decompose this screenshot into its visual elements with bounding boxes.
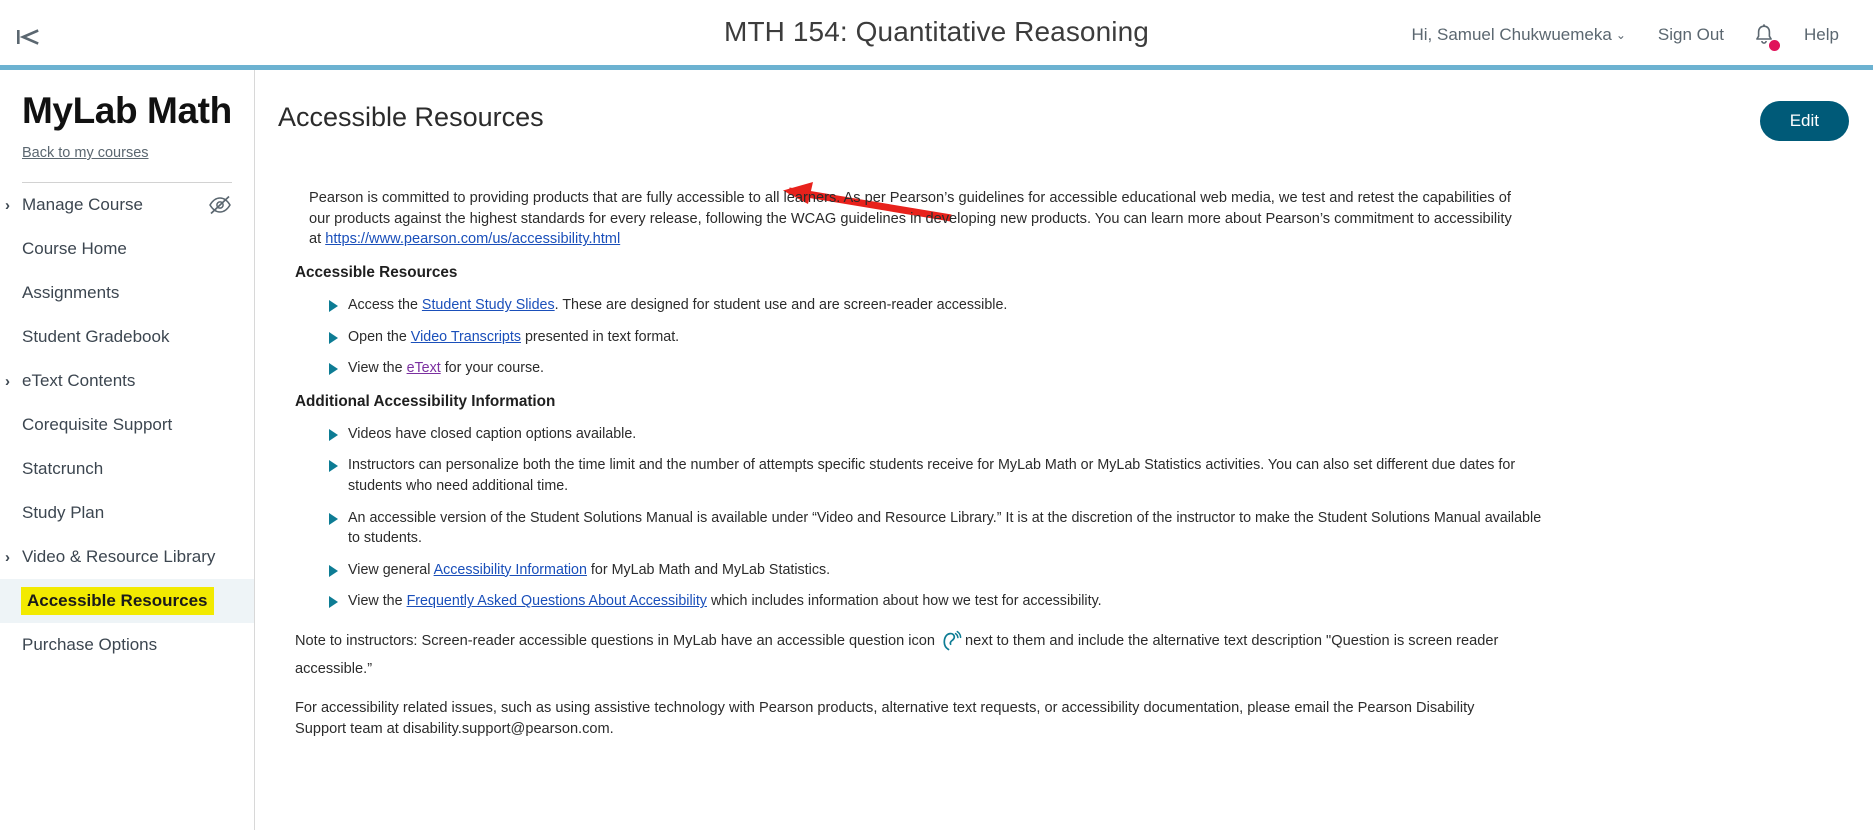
list-item-text-tail: which includes information about how we … <box>706 593 1102 610</box>
list-item: View the Frequently Asked Questions Abou… <box>329 591 1547 612</box>
sidebar-item-label: Study Plan <box>22 503 105 522</box>
user-greeting-label: Hi, Samuel Chukwuemeka <box>1411 25 1612 44</box>
user-menu[interactable]: Hi, Samuel Chukwuemeka ⌄ <box>1396 25 1642 45</box>
sidebar-item-accessible-resources[interactable]: Accessible Resources <box>0 579 254 623</box>
section-heading-additional-info: Additional Accessibility Information <box>295 392 556 410</box>
help-link[interactable]: Help <box>1788 25 1855 45</box>
list-item: Videos have closed caption options avail… <box>329 424 1547 445</box>
list-item-text: Videos have closed caption options avail… <box>348 425 637 442</box>
sidebar-item-manage-course[interactable]: › Manage Course <box>0 183 254 227</box>
note-text-part1: Note to instructors: Screen-reader acces… <box>295 632 936 649</box>
edit-button[interactable]: Edit <box>1759 101 1849 141</box>
section-heading-accessible-resources: Accessible Resources <box>295 264 458 282</box>
sidebar-item-label: Student Gradebook <box>22 327 170 346</box>
list-item: Access the Student Study Slides. These a… <box>329 295 1547 316</box>
list-item: View general Accessibility Information f… <box>329 560 1547 581</box>
product-brand-title: MyLab Math <box>22 90 232 131</box>
list-item-text: An accessible version of the Student Sol… <box>348 509 1542 547</box>
sidebar-item-label: Statcrunch <box>22 459 104 478</box>
list-item-text-tail: for your course. <box>440 360 545 377</box>
list-item-text: Access the <box>348 297 422 314</box>
sidebar-item-etext-contents[interactable]: › eText Contents <box>0 359 254 403</box>
collapse-sidebar-icon[interactable] <box>10 22 50 52</box>
sidebar-item-course-home[interactable]: Course Home <box>0 227 254 271</box>
chevron-right-icon[interactable]: › <box>5 374 10 389</box>
notification-bell-icon[interactable] <box>1740 23 1788 51</box>
chevron-down-icon: ⌄ <box>1615 28 1626 42</box>
main-content-area: Accessible Resources Edit Pearson is com… <box>255 70 1873 830</box>
list-item-text: View the <box>348 593 407 610</box>
page-body: MyLab Math Back to my courses › Manage Co… <box>0 70 1873 830</box>
pearson-accessibility-url-link[interactable]: https://www.pearson.com/us/accessibility… <box>325 231 620 247</box>
hidden-eye-icon[interactable] <box>208 195 232 220</box>
intro-paragraph: Pearson is committed to providing produc… <box>309 188 1521 250</box>
sidebar-item-label: Course Home <box>22 239 127 258</box>
list-item-text: View the <box>348 360 407 377</box>
course-title: MTH 154: Quantitative Reasoning <box>724 16 1149 47</box>
page-title: Accessible Resources <box>278 102 544 132</box>
chevron-right-icon[interactable]: › <box>5 198 10 213</box>
list-item-text-tail: for MyLab Math and MyLab Statistics. <box>586 561 831 578</box>
sidebar-item-video-resource-library[interactable]: › Video & Resource Library <box>0 535 254 579</box>
sidebar-nav: › Manage Course Course Home Assignments Stud… <box>0 183 254 667</box>
sidebar-item-student-gradebook[interactable]: Student Gradebook <box>0 315 254 359</box>
list-item: Instructors can personalize both the tim… <box>329 455 1547 496</box>
list-item-link[interactable]: Frequently Asked Questions About Accessi… <box>407 593 707 609</box>
footer-support-paragraph: For accessibility related issues, such a… <box>295 700 1475 738</box>
list-item: Open the Video Transcripts presented in … <box>329 327 1547 348</box>
accessible-resources-list: Access the Student Study Slides. These a… <box>309 295 1857 379</box>
list-item-text: View general <box>348 561 434 578</box>
sign-out-link[interactable]: Sign Out <box>1642 25 1740 45</box>
list-item-link[interactable]: eText <box>407 360 441 376</box>
top-header-bar: MTH 154: Quantitative Reasoning Hi, Samu… <box>0 0 1873 70</box>
sidebar-item-label: eText Contents <box>22 371 136 390</box>
sidebar-item-statcrunch[interactable]: Statcrunch <box>0 447 254 491</box>
additional-accessibility-list: Videos have closed caption options avail… <box>309 424 1857 612</box>
back-to-my-courses-link[interactable]: Back to my courses <box>22 145 149 161</box>
sidebar-item-label: Purchase Options <box>22 635 158 654</box>
list-item-link[interactable]: Video Transcripts <box>411 329 521 345</box>
notification-badge-dot <box>1769 39 1781 51</box>
list-item-text: Open the <box>348 328 411 345</box>
sidebar-item-label: Assignments <box>22 283 120 302</box>
header-actions: Hi, Samuel Chukwuemeka ⌄ Sign Out Help <box>1396 0 1856 70</box>
sidebar-item-label: Manage Course <box>22 195 143 214</box>
course-sidebar: MyLab Math Back to my courses › Manage Co… <box>0 70 255 830</box>
list-item-text: Instructors can personalize both the tim… <box>348 457 1516 495</box>
sidebar-item-corequisite-support[interactable]: Corequisite Support <box>0 403 254 447</box>
list-item: View the eText for your course. <box>329 358 1547 379</box>
note-to-instructors-paragraph: Note to instructors: Screen-reader acces… <box>295 630 1515 680</box>
list-item-text-tail: . These are designed for student use and… <box>554 297 1008 314</box>
sidebar-item-purchase-options[interactable]: Purchase Options <box>0 623 254 667</box>
list-item-text-tail: presented in text format. <box>521 328 680 345</box>
list-item-link[interactable]: Student Study Slides <box>422 297 555 313</box>
sidebar-item-label: Video & Resource Library <box>22 547 216 566</box>
list-item: An accessible version of the Student Sol… <box>329 508 1547 549</box>
chevron-right-icon[interactable]: › <box>5 550 10 565</box>
sidebar-item-assignments[interactable]: Assignments <box>0 271 254 315</box>
sidebar-item-study-plan[interactable]: Study Plan <box>0 491 254 535</box>
accessibility-content: Pearson is committed to providing produc… <box>255 188 1873 830</box>
sidebar-item-label: Corequisite Support <box>22 415 173 434</box>
list-item-link[interactable]: Accessibility Information <box>434 562 587 578</box>
accessible-question-ear-icon <box>938 630 962 659</box>
sidebar-item-label: Accessible Resources <box>21 587 214 615</box>
